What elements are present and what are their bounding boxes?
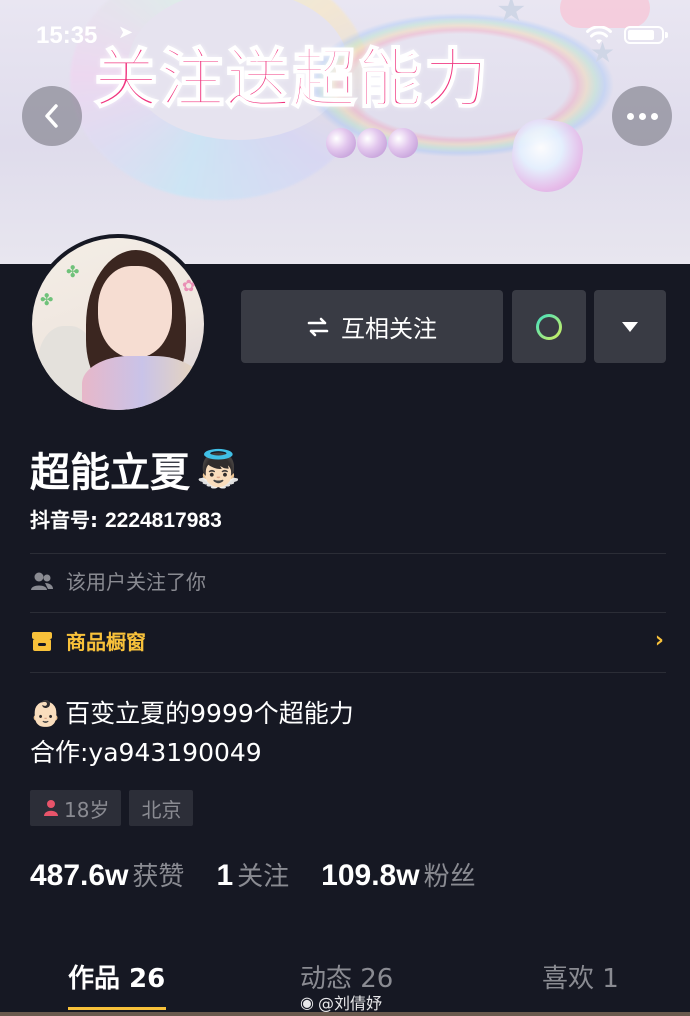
- likes-count: 487.6w: [30, 859, 129, 892]
- follows-you-row: 该用户关注了你: [30, 566, 666, 595]
- douyin-id-label: 抖音号:: [30, 508, 98, 532]
- follows-you-text: 该用户关注了你: [66, 570, 206, 594]
- city-tag-text: 北京: [141, 797, 182, 822]
- wifi-icon: [586, 26, 612, 44]
- active-tab-indicator: [68, 1007, 166, 1010]
- douyin-id[interactable]: 抖音号: 2224817983: [30, 504, 222, 533]
- divider: [30, 672, 666, 673]
- users-icon: [31, 572, 53, 590]
- bio-line-1: 百变立夏的9999个超能力: [65, 699, 354, 728]
- following-label[interactable]: 关注: [237, 856, 289, 893]
- caret-down-icon: [622, 321, 638, 332]
- douyin-id-value: 2224817983: [104, 509, 222, 532]
- age-tag: 18岁: [30, 790, 122, 826]
- tab-likes[interactable]: 喜欢 1: [542, 958, 619, 995]
- mutual-follow-label: 互相关注: [341, 315, 437, 343]
- pearl-decoration: [357, 128, 387, 158]
- baby-emoji: 👶🏻: [30, 699, 62, 728]
- weibo-icon: ◉: [300, 992, 314, 1012]
- banner-cloud-decoration: [560, 0, 650, 28]
- pearl-decoration: [326, 128, 356, 158]
- divider: [30, 612, 666, 613]
- age-tag-text: 18岁: [64, 797, 110, 822]
- shop-window-row[interactable]: 商品橱窗 ›: [30, 626, 666, 655]
- divider: [30, 553, 666, 554]
- battery-icon: [624, 26, 668, 44]
- banner-title: 关注送超能力: [93, 42, 490, 118]
- profile-stats: 487.6w 获赞 1 关注 109.8w 粉丝: [30, 856, 508, 893]
- avatar[interactable]: ✤ ✤ ✿: [28, 234, 208, 414]
- more-dots-icon: [626, 112, 658, 120]
- grid-preview-strip: [0, 1012, 690, 1016]
- shop-window-label: 商品橱窗: [66, 630, 146, 654]
- watermark-text: @刘倩妤: [317, 994, 382, 1013]
- chevron-right-icon: ›: [654, 628, 664, 653]
- message-button[interactable]: [512, 290, 586, 363]
- chat-bubble-icon: [536, 314, 562, 340]
- location-arrow-icon: ➤: [118, 22, 134, 43]
- tab-works[interactable]: 作品 26: [68, 958, 165, 995]
- back-button[interactable]: [22, 86, 82, 146]
- mutual-follow-button[interactable]: 互相关注: [241, 290, 503, 363]
- following-count[interactable]: 1: [216, 859, 233, 893]
- recommend-dropdown-button[interactable]: [594, 290, 666, 363]
- likes-label: 获赞: [132, 862, 185, 892]
- city-tag: 北京: [129, 790, 194, 826]
- weibo-watermark: ◉ @刘倩妤: [300, 990, 382, 1014]
- bio-line-2: 合作:ya943190049: [30, 738, 262, 767]
- more-button[interactable]: [612, 86, 672, 146]
- profile-tags: 18岁 北京: [30, 790, 194, 826]
- swap-arrows-icon: [307, 317, 329, 336]
- angel-emoji: 👼🏻: [196, 449, 241, 490]
- star-decoration: ★: [496, 0, 527, 30]
- bio: 👶🏻 百变立夏的9999个超能力 合作:ya943190049: [30, 694, 354, 772]
- chevron-left-icon: [45, 104, 58, 128]
- pearl-decoration: [388, 128, 418, 158]
- followers-label[interactable]: 粉丝: [424, 856, 476, 893]
- profile-name-text: 超能立夏: [30, 450, 190, 496]
- female-user-icon: [44, 800, 58, 816]
- followers-count[interactable]: 109.8w: [321, 859, 419, 893]
- profile-name: 超能立夏 👼🏻: [30, 440, 241, 498]
- shop-icon: [32, 631, 52, 651]
- status-time: 15:35: [36, 22, 98, 49]
